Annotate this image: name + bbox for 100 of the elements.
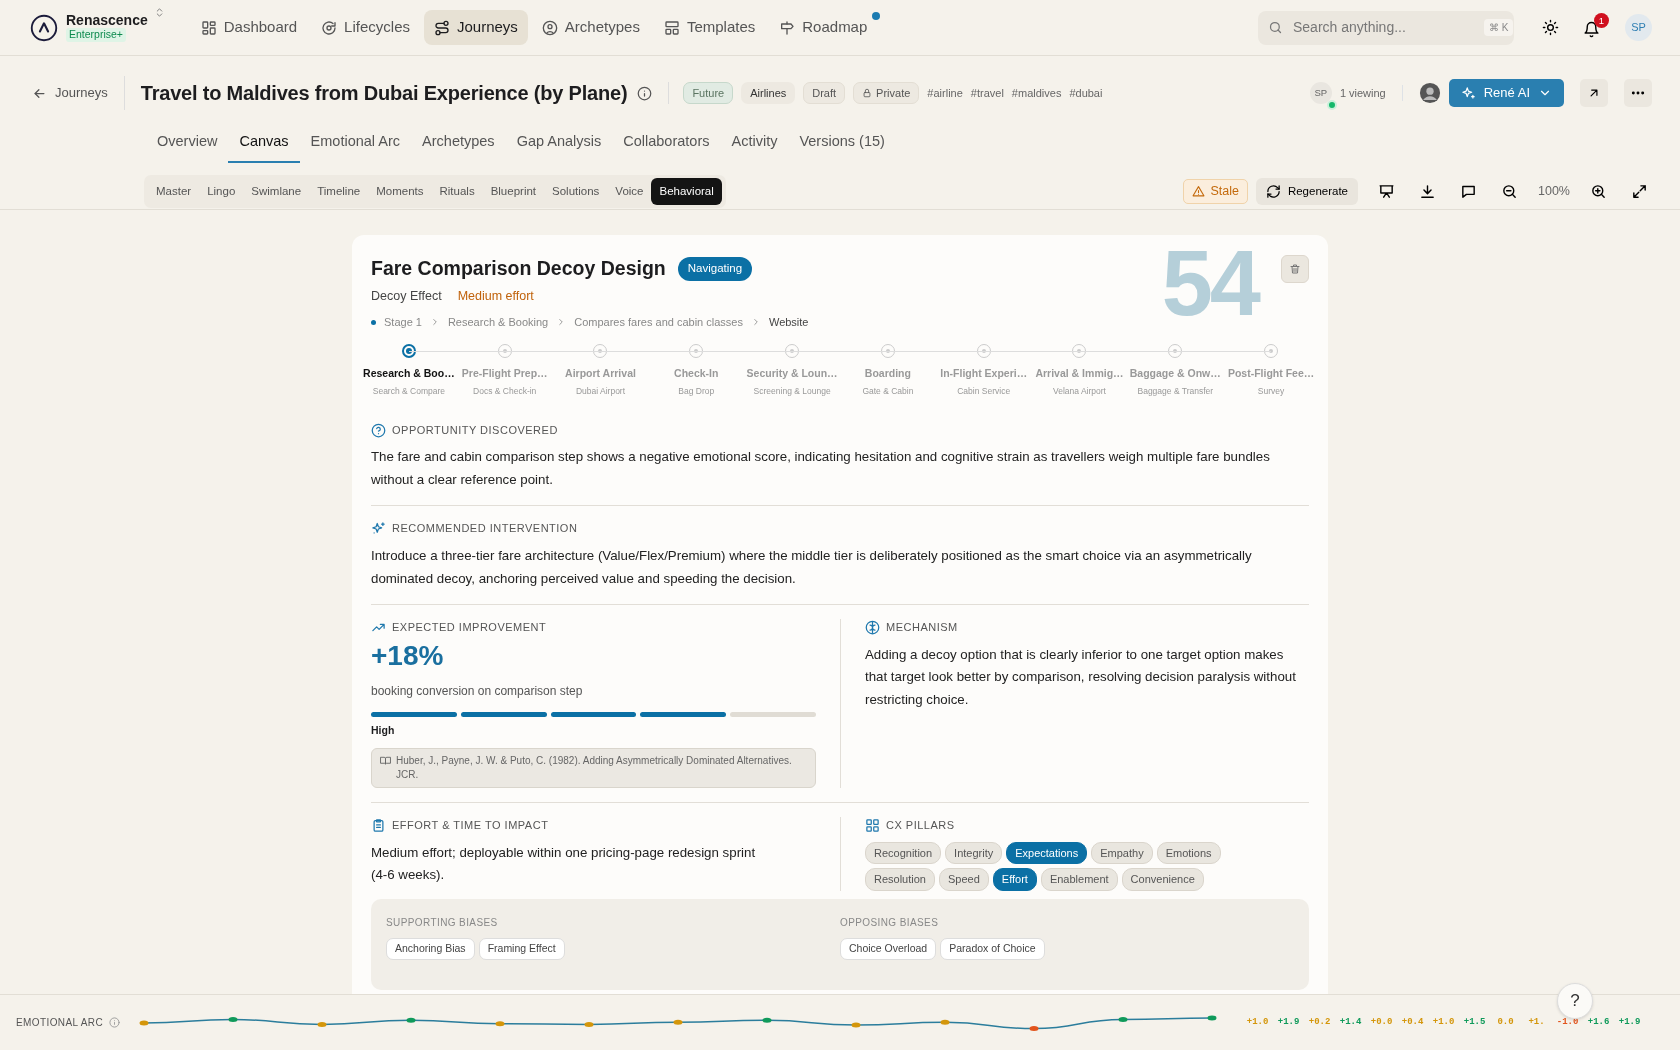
improvement-caption: booking conversion on comparison step — [371, 682, 584, 700]
user-circle-icon — [541, 19, 558, 36]
hashtag: #dubai — [1069, 85, 1103, 101]
tab[interactable]: Activity — [720, 123, 789, 163]
breadcrumb-item[interactable]: Research & Booking — [447, 313, 549, 331]
nav-link[interactable]: Archetypes — [531, 10, 650, 45]
assistant-button[interactable]: René AI — [1448, 79, 1564, 107]
view-tab[interactable]: Voice — [607, 178, 652, 206]
notification-count: 1 — [1594, 13, 1609, 28]
arc-label: EMOTIONAL ARC — [16, 1016, 104, 1030]
breadcrumb-item[interactable]: Stage 1 — [384, 313, 422, 331]
bias-tag: Anchoring Bias — [386, 937, 475, 960]
tab[interactable]: Gap Analysis — [505, 123, 613, 163]
arc-score: +0.4 — [1400, 1015, 1425, 1029]
section-text: The fare and cabin comparison step shows a negative emotional score, indicating hesitation and cognitive strain as travellers weigh multiple fare bundles without a clear reference point. — [371, 448, 1271, 489]
pillar-tag: Convenience — [1121, 868, 1204, 891]
pillar-tag: Enablement — [1040, 868, 1118, 891]
section-heading: CX PILLARS — [886, 818, 955, 834]
notifications-button[interactable]: 1 — [1579, 13, 1609, 42]
search-field[interactable]: Search anything... ⌘ K — [1258, 10, 1514, 45]
back-link[interactable]: Journeys — [32, 76, 125, 110]
journey-title: Travel to Maldives from Dubai Experience (by Plane) — [140, 81, 628, 105]
view-tab[interactable]: Rituals — [431, 178, 483, 206]
tab[interactable]: Overview — [146, 123, 229, 163]
improvement-value: +18% — [371, 641, 445, 670]
nav-link[interactable]: Lifecycles — [311, 10, 420, 45]
viewer-count: 1 viewing — [1339, 84, 1403, 102]
pillar-tag: Speed — [939, 868, 989, 891]
book-icon — [380, 755, 391, 767]
tab[interactable]: Collaborators — [612, 123, 721, 163]
avatar-icon — [1418, 82, 1441, 104]
signpost-icon — [779, 19, 796, 36]
card-title: Fare Comparison Decoy Design — [371, 257, 666, 281]
step-subtitle: Gate & Cabin — [862, 385, 914, 398]
nav-link[interactable]: Templates — [653, 10, 766, 45]
citation-text: Huber, J., Payne, J. W. & Puto, C. (1982). Adding Asymmetrically Dominated Alternatives. JCR. — [396, 755, 792, 781]
zoom-in-icon — [1590, 183, 1607, 201]
arc-score: +1. — [1527, 1015, 1546, 1029]
breadcrumb-item[interactable]: Compares fares and cabin classes — [574, 313, 743, 331]
info-icon — [637, 85, 653, 101]
shortcut-hint: ⌘ K — [1484, 19, 1514, 36]
stage-dot — [371, 319, 376, 325]
view-tab[interactable]: Solutions — [544, 178, 608, 206]
tab[interactable]: Archetypes — [411, 123, 506, 163]
tab[interactable]: Emotional Arc — [299, 123, 412, 163]
arc-score: 0.0 — [1496, 1015, 1515, 1029]
view-tab[interactable]: Master — [148, 178, 200, 206]
more-button[interactable] — [1624, 79, 1652, 107]
pillar-tag: Emotions — [1156, 841, 1221, 865]
view-tab[interactable]: Lingo — [199, 178, 244, 206]
step-title[interactable]: Research & Boo… — [363, 366, 455, 382]
view-tab[interactable]: Moments — [368, 178, 432, 206]
step-subtitle: Survey — [1257, 385, 1285, 398]
view-tab[interactable]: Swimlane — [243, 178, 310, 206]
strength-rating: High — [371, 722, 396, 738]
tag: Future — [683, 81, 734, 105]
section-heading: OPPORTUNITY DISCOVERED — [392, 422, 558, 438]
download-icon — [1419, 183, 1436, 201]
nav-link[interactable]: Roadmap — [769, 10, 884, 45]
search-input[interactable]: Search anything... — [1291, 16, 1476, 39]
tag: Private — [853, 81, 920, 105]
regenerate-button[interactable]: Regenerate — [1255, 178, 1358, 206]
breadcrumb-item[interactable]: Website — [768, 313, 809, 331]
tab[interactable]: Canvas — [228, 123, 300, 163]
arc-score: +0.0 — [1369, 1015, 1394, 1029]
section-heading: MECHANISM — [886, 620, 958, 636]
hashtag: #travel — [970, 85, 1004, 101]
arc-score: +1.9 — [1617, 1015, 1642, 1029]
pillar-tag: Empathy — [1091, 841, 1153, 865]
help-button[interactable]: ? — [1557, 983, 1593, 1019]
bell-icon — [1583, 21, 1600, 38]
watermark-number: 54 — [1161, 237, 1258, 329]
zoom-out-icon — [1501, 183, 1518, 201]
grid-icon — [865, 818, 880, 834]
grid-icon — [200, 19, 217, 36]
view-tab[interactable]: Timeline — [309, 178, 369, 206]
nav-link[interactable]: Dashboard — [190, 10, 308, 45]
arc-score: +1.4 — [1338, 1015, 1363, 1029]
section-heading: RECOMMENDED INTERVENTION — [392, 521, 578, 537]
view-tab[interactable]: Blueprint — [482, 178, 545, 206]
arc-score: +1.0 — [1245, 1015, 1270, 1029]
warning-icon — [1192, 185, 1206, 199]
step-subtitle: Search & Compare — [372, 385, 446, 398]
section-heading: EXPECTED IMPROVEMENT — [392, 620, 547, 636]
open-external-button[interactable] — [1580, 79, 1608, 107]
delete-button[interactable] — [1281, 255, 1309, 283]
arc-score: +1.0 — [1431, 1015, 1456, 1029]
step-subtitle: Baggage & Transfer — [1137, 385, 1214, 398]
comment-icon — [1460, 183, 1477, 201]
pillar-tag: Integrity — [945, 841, 1003, 865]
clipboard-icon — [371, 818, 386, 834]
arc-score: +0.2 — [1307, 1015, 1332, 1029]
tab[interactable]: Versions (15) — [788, 123, 896, 163]
user-avatar[interactable]: SP — [1625, 14, 1652, 41]
view-tab[interactable]: Behavioral — [651, 178, 722, 206]
presentation-icon — [1378, 183, 1395, 201]
nav-link[interactable]: Journeys — [423, 10, 528, 45]
biases-heading: SUPPORTING BIASES — [386, 915, 499, 930]
step-marker[interactable] — [401, 344, 416, 359]
bias-tag: Choice Overload — [840, 937, 937, 960]
